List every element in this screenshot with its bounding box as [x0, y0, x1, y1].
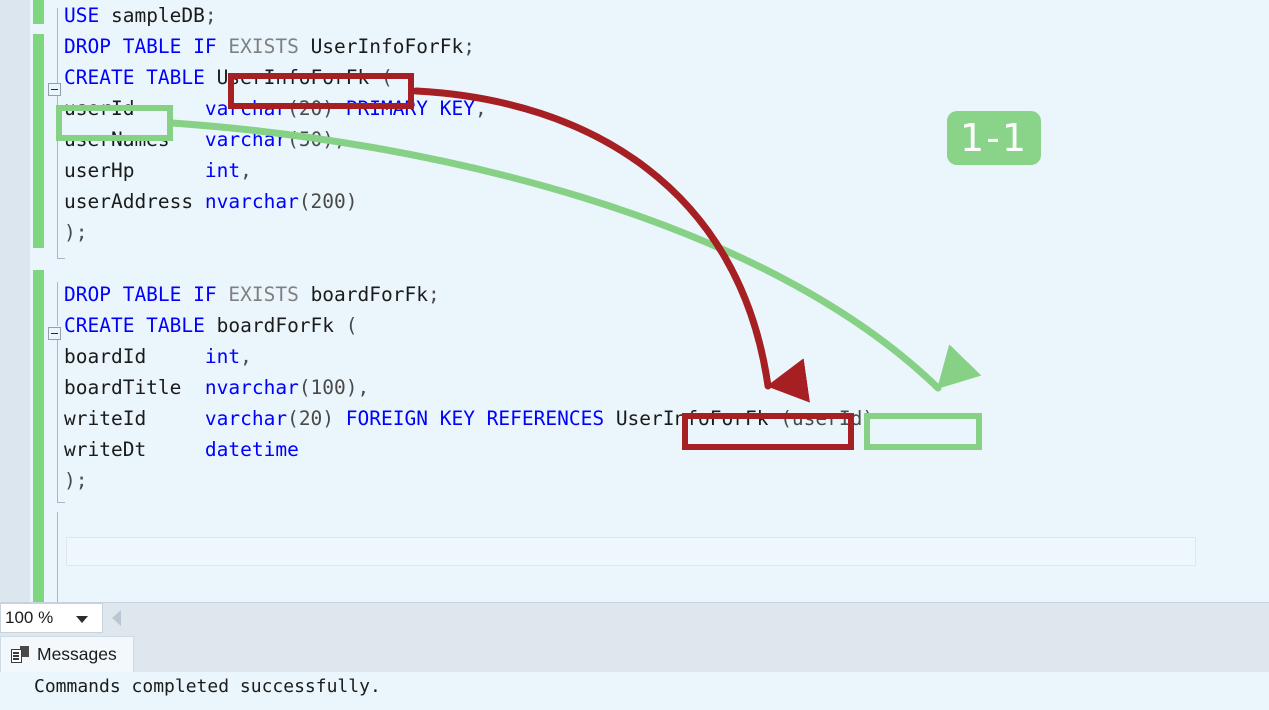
code-token: varchar	[204, 128, 288, 151]
code-line: DROP TABLE IF EXISTS UserInfoForFk;	[64, 31, 874, 62]
chevron-down-icon[interactable]	[76, 616, 88, 623]
code-token: ,	[474, 97, 487, 120]
code-token: ;	[463, 35, 475, 58]
code-token: );	[64, 221, 88, 244]
code-token: );	[64, 469, 88, 492]
code-token: ,	[357, 376, 370, 399]
code-token: userHp	[64, 159, 205, 182]
code-line: CREATE TABLE UserInfoForFk (	[64, 62, 874, 93]
code-token: nvarchar	[204, 376, 299, 399]
tab-messages[interactable]: Messages	[0, 636, 134, 672]
query-editor[interactable]: USE sampleDB; DROP TABLE IF EXISTS UserIn…	[0, 0, 1269, 602]
code-line: userHp int,	[64, 155, 874, 186]
outlining-guide-line	[57, 282, 58, 326]
code-line: );	[64, 465, 874, 496]
code-line: boardTitle nvarchar(100),	[64, 372, 874, 403]
code-token: (	[381, 66, 393, 89]
results-tabstrip	[0, 635, 1269, 672]
code-token: varchar	[204, 97, 288, 120]
results-message-text: Commands completed successfully.	[34, 676, 381, 697]
code-token: DROP TABLE IF	[64, 283, 217, 306]
code-line: writeDt datetime	[64, 434, 874, 465]
outlining-guide-line	[57, 336, 58, 502]
code-token: CREATE TABLE	[64, 66, 205, 89]
zoom-level-combobox[interactable]: 100 %	[0, 603, 103, 633]
code-token: UserInfoForFk	[604, 407, 781, 430]
code-token: sampleDB	[99, 4, 205, 27]
code-token: (200)	[298, 190, 358, 213]
tab-messages-label: Messages	[37, 644, 117, 664]
code-token: boardForFk	[204, 314, 346, 337]
code-token: ,	[240, 345, 252, 368]
code-token: CREATE TABLE	[64, 314, 205, 337]
change-indicator-bar	[33, 34, 44, 248]
code-token: DROP TABLE IF	[64, 35, 217, 58]
outlining-guide-line	[57, 512, 58, 602]
code-line: userId varchar(20) PRIMARY KEY,	[64, 93, 874, 124]
code-token: userAddress	[64, 190, 205, 213]
code-line: DROP TABLE IF EXISTS boardForFk;	[64, 279, 874, 310]
code-token: boardForFk	[298, 283, 428, 306]
change-indicator-bar	[33, 0, 44, 24]
code-token: writeDt	[64, 438, 205, 461]
code-token: writeId	[64, 407, 205, 430]
outlining-guide-line	[57, 8, 58, 86]
code-token: PRIMARY KEY	[345, 97, 475, 120]
outlining-collapse-toggle[interactable]	[48, 83, 61, 96]
sql-editor-window: USE sampleDB; DROP TABLE IF EXISTS UserIn…	[0, 0, 1269, 710]
outlining-guide-foot	[57, 502, 65, 503]
code-line: );	[64, 217, 874, 248]
code-token: USE	[64, 4, 100, 27]
code-text[interactable]: USE sampleDB; DROP TABLE IF EXISTS UserIn…	[64, 0, 874, 496]
code-token: UserInfoForFk	[298, 35, 464, 58]
code-token: nvarchar	[204, 190, 299, 213]
code-token: EXISTS	[228, 35, 299, 58]
code-token: boardTitle	[64, 376, 205, 399]
code-token: ,	[240, 159, 252, 182]
code-token: (100)	[298, 376, 358, 399]
code-line: userNames varchar(50),	[64, 124, 874, 155]
code-token: ;	[204, 4, 217, 27]
code-token: datetime	[204, 438, 299, 461]
code-line: writeId varchar(20) FOREIGN KEY REFERENC…	[64, 403, 874, 434]
messages-icon	[11, 646, 29, 663]
outlining-collapse-toggle[interactable]	[48, 327, 61, 340]
code-token: (	[345, 314, 358, 337]
code-token: ;	[427, 283, 440, 306]
code-token: EXISTS	[228, 283, 299, 306]
editor-selection-margin	[0, 0, 30, 602]
code-token: boardId	[64, 345, 205, 368]
code-token: (userId)	[780, 407, 875, 430]
code-token: (20)	[287, 97, 335, 120]
code-token: int	[204, 159, 241, 182]
editor-status-bar	[0, 602, 1269, 635]
zoom-level-value: 100 %	[5, 608, 54, 627]
code-token: (20)	[287, 407, 335, 430]
code-token: int	[204, 345, 241, 368]
horizontal-scroll-left-arrow[interactable]	[112, 610, 121, 626]
code-token: varchar	[204, 407, 288, 430]
code-line: CREATE TABLE boardForFk (	[64, 310, 874, 341]
code-token: UserInfoForFk	[204, 66, 381, 89]
code-token: FOREIGN KEY REFERENCES	[345, 407, 605, 430]
editor-inline-field[interactable]	[66, 537, 1196, 566]
code-token: ,	[334, 128, 346, 151]
code-line: USE sampleDB;	[64, 0, 874, 31]
code-token: userId	[64, 97, 205, 120]
outlining-guide-line	[57, 96, 58, 258]
code-token: (50)	[287, 128, 335, 151]
code-token: userNames	[64, 128, 205, 151]
code-line: userAddress nvarchar(200)	[64, 186, 874, 217]
change-indicator-bar	[33, 270, 44, 602]
code-line: boardId int,	[64, 341, 874, 372]
